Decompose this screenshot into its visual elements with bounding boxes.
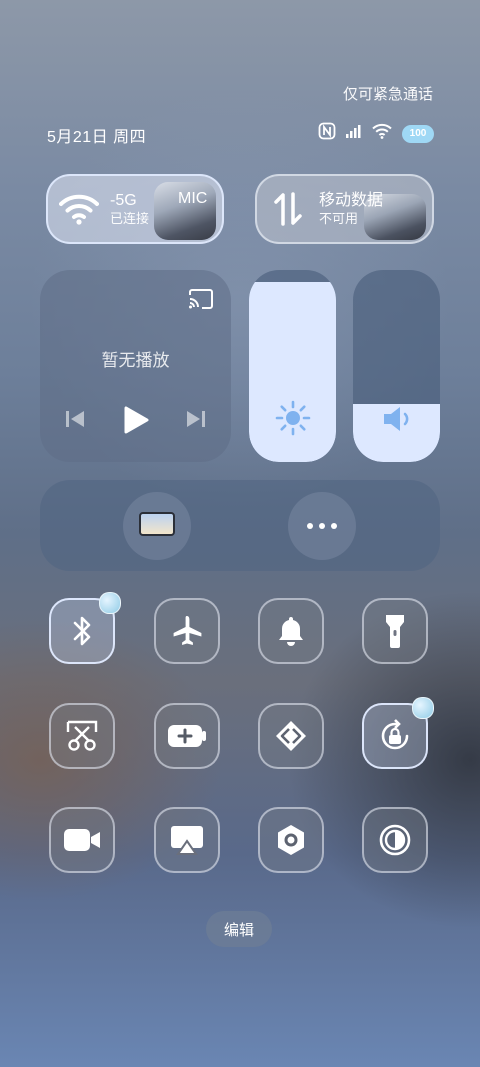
scissors-icon [65,719,99,753]
wifi-network-name: -5G [110,191,137,209]
battery-plus-icon [167,723,207,749]
screen-mirror-button[interactable] [123,492,191,560]
mobile-data-status: 不可用 [319,210,359,226]
silent-mode-toggle[interactable] [258,598,324,664]
more-options-button[interactable] [288,492,356,560]
media-player-card[interactable]: 暂无播放 [40,270,231,462]
previous-track-icon[interactable] [64,408,86,435]
display-card-icon [139,511,175,541]
mobile-data-title: 移动数据 [319,191,384,209]
hexagon-nut-icon [274,823,308,857]
dark-mode-toggle[interactable] [362,807,428,873]
cast-icon[interactable] [187,288,215,315]
brightness-slider[interactable] [249,270,336,462]
sticker-badge-icon [99,592,121,614]
screenshot-toggle[interactable] [49,703,115,769]
wifi-status-text: 已连接 [110,210,150,226]
wifi-icon [48,193,110,225]
speaker-icon [353,404,440,434]
flashlight-toggle[interactable] [362,598,428,664]
next-track-icon[interactable] [185,408,207,435]
airplane-icon [170,614,204,648]
more-dots-icon [305,517,339,535]
screen-cast-toggle[interactable] [154,807,220,873]
bluetooth-toggle[interactable] [49,592,121,664]
data-transfer-icon [257,192,319,226]
bell-icon [276,614,306,648]
link-icon [274,719,308,753]
bluetooth-icon [67,614,97,648]
cellular-signal-icon [346,124,362,143]
edit-button[interactable]: 编辑 [206,911,272,947]
emergency-calls-only-text: 仅可紧急通话 [342,86,433,103]
shortcut-bar [40,480,440,571]
date-label: 5月21日 周四 [47,129,147,146]
settings-hex-toggle[interactable] [258,807,324,873]
contrast-icon [378,823,412,857]
airplay-icon [169,824,205,856]
wifi-card-overlay-text: MIC [178,190,208,207]
nfc-icon [318,122,336,145]
system-status-icons: 100 [318,122,434,145]
volume-slider[interactable] [353,270,440,462]
wifi-status-icon [372,123,392,144]
airplane-mode-toggle[interactable] [154,598,220,664]
brightness-icon [249,400,336,436]
play-icon[interactable] [122,405,150,440]
rotation-lock-toggle[interactable] [362,697,434,769]
battery-indicator: 100 [402,124,434,143]
mobile-data-card[interactable]: 移动数据 不可用 [255,174,434,244]
rotation-lock-icon [378,719,412,753]
flashlight-icon [383,613,407,649]
link-share-toggle[interactable] [258,703,324,769]
wifi-card[interactable]: -5G 已连接 MIC [46,174,224,244]
battery-saver-toggle[interactable] [154,703,220,769]
sticker-badge-icon [412,697,434,719]
no-playback-text: 暂无播放 [101,351,170,370]
video-camera-icon [63,827,101,853]
screen-record-toggle[interactable] [49,807,115,873]
